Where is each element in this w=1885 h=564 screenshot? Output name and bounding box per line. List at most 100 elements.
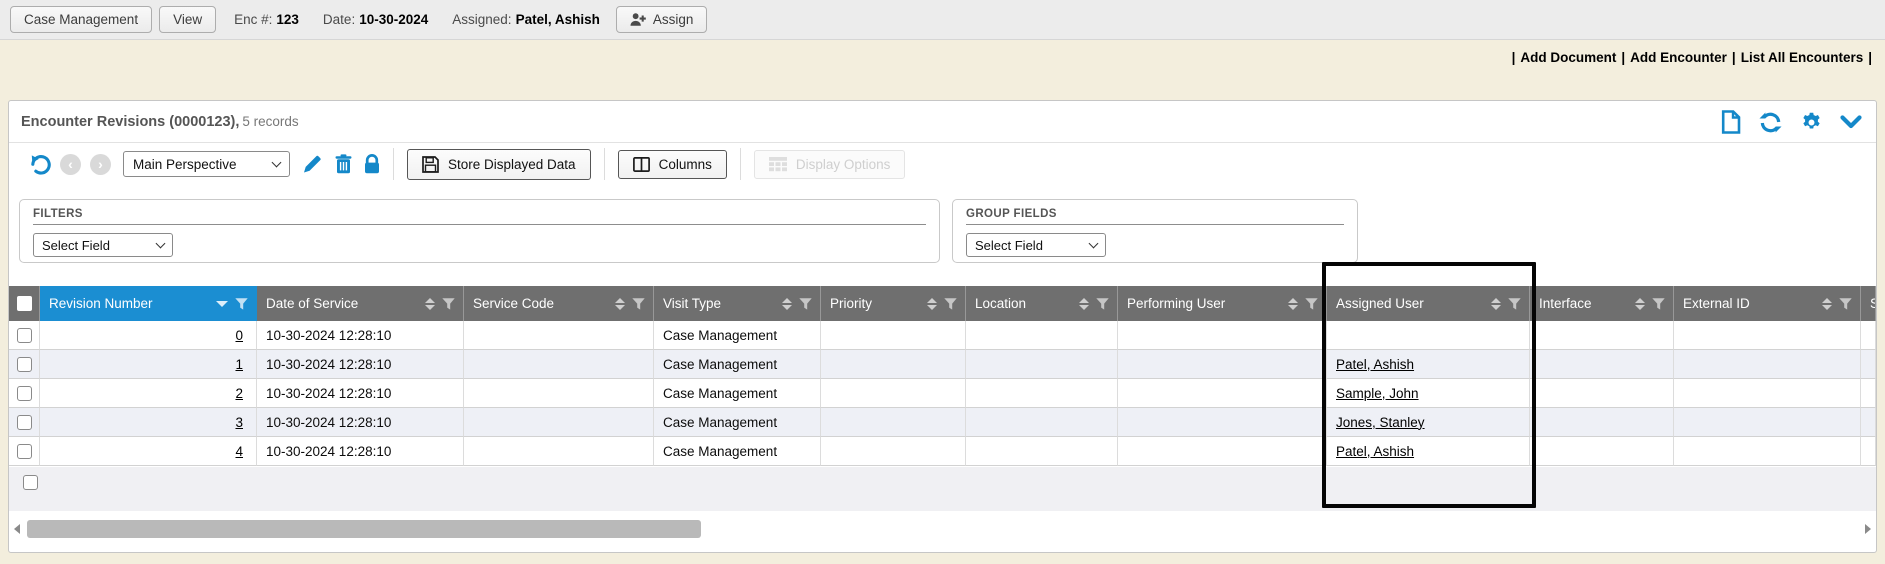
filters-field-select[interactable]: Select Field <box>33 233 173 257</box>
cell-priority <box>821 408 966 437</box>
revision-number-link[interactable]: 2 <box>235 386 243 401</box>
cell-revision-number: 1 <box>40 350 257 379</box>
horizontal-scrollbar[interactable] <box>9 519 1876 539</box>
cell-external-id <box>1674 350 1861 379</box>
filter-funnel-icon[interactable] <box>235 298 248 310</box>
sort-desc-icon <box>216 301 228 307</box>
lock-icon[interactable] <box>364 154 380 174</box>
assigned-user-link[interactable]: Sample, John <box>1336 386 1419 401</box>
edit-pencil-icon[interactable] <box>302 154 323 174</box>
column-header-s-truncated[interactable]: S <box>1861 286 1876 321</box>
column-header-label: Service Code <box>473 296 611 311</box>
cell-service-code <box>464 437 654 466</box>
scroll-right-icon[interactable] <box>1865 524 1871 534</box>
filter-funnel-icon[interactable] <box>1508 298 1521 310</box>
chevron-down-icon <box>272 157 282 167</box>
column-header-assigned-user[interactable]: Assigned User <box>1327 286 1530 321</box>
view-button[interactable]: View <box>159 6 216 33</box>
cell-text: Case Management <box>663 444 777 459</box>
record-count: 5 records <box>242 114 298 129</box>
filter-funnel-icon[interactable] <box>944 298 957 310</box>
column-header-date-of-service[interactable]: Date of Service <box>257 286 464 321</box>
filter-funnel-icon[interactable] <box>1839 298 1852 310</box>
scroll-left-icon[interactable] <box>14 524 20 534</box>
columns-icon <box>633 157 650 172</box>
gear-icon[interactable] <box>1800 111 1823 134</box>
column-header-service-code[interactable]: Service Code <box>464 286 654 321</box>
filter-funnel-icon[interactable] <box>1096 298 1109 310</box>
row-checkbox[interactable] <box>17 328 32 343</box>
cell-text: Case Management <box>663 328 777 343</box>
row-select-cell <box>9 379 40 408</box>
encounter-revisions-panel: Encounter Revisions (0000123),5 records … <box>8 100 1877 553</box>
previous-perspective-icon: ‹ <box>60 154 81 175</box>
column-header-label: Revision Number <box>49 296 212 311</box>
delete-trash-icon[interactable] <box>335 154 352 174</box>
sort-icon <box>1822 298 1832 310</box>
sort-icon <box>1079 298 1089 310</box>
cell-assigned-user: Patel, Ashish <box>1327 350 1530 379</box>
column-header-external-id[interactable]: External ID <box>1674 286 1861 321</box>
cell-text: 10-30-2024 12:28:10 <box>266 386 391 401</box>
panel-header-icons <box>1721 110 1862 134</box>
cell-performing-user <box>1118 379 1327 408</box>
column-header-priority[interactable]: Priority <box>821 286 966 321</box>
column-header-label: S <box>1870 296 1876 311</box>
filter-funnel-icon[interactable] <box>442 298 455 310</box>
link-add-encounter[interactable]: Add Encounter <box>1630 50 1727 65</box>
cell-text: Case Management <box>663 357 777 372</box>
table-row: 410-30-2024 12:28:10Case ManagementPatel… <box>9 437 1876 466</box>
filters-label: FILTERS <box>33 208 926 225</box>
revision-number-link[interactable]: 1 <box>235 357 243 372</box>
scrollbar-thumb[interactable] <box>27 520 701 538</box>
link-list-all-encounters[interactable]: List All Encounters <box>1741 50 1864 65</box>
column-header-visit-type[interactable]: Visit Type <box>654 286 821 321</box>
undo-icon[interactable] <box>29 154 51 175</box>
revision-number-link[interactable]: 0 <box>235 328 243 343</box>
toolbar-divider <box>393 148 394 180</box>
link-add-document[interactable]: Add Document <box>1520 50 1616 65</box>
revision-number-link[interactable]: 4 <box>235 444 243 459</box>
group-fields-select[interactable]: Select Field <box>966 233 1106 257</box>
collapse-chevron-icon[interactable] <box>1840 115 1862 129</box>
row-checkbox[interactable] <box>17 357 32 372</box>
assigned-user-link[interactable]: Jones, Stanley <box>1336 415 1425 430</box>
revision-number-link[interactable]: 3 <box>235 415 243 430</box>
column-header-label: Priority <box>830 296 923 311</box>
filter-funnel-icon[interactable] <box>1652 298 1665 310</box>
date-label: Date: <box>323 12 355 27</box>
footer-row-checkbox[interactable] <box>23 475 38 490</box>
assigned-user-link[interactable]: Patel, Ashish <box>1336 357 1414 372</box>
columns-button[interactable]: Columns <box>618 150 727 179</box>
column-header-revision-number[interactable]: Revision Number <box>40 286 257 321</box>
select-all-checkbox[interactable] <box>17 296 32 311</box>
link-separator: | <box>1868 50 1872 65</box>
cell-performing-user <box>1118 350 1327 379</box>
store-displayed-data-button[interactable]: Store Displayed Data <box>407 149 591 180</box>
filter-funnel-icon[interactable] <box>799 298 812 310</box>
row-checkbox[interactable] <box>17 444 32 459</box>
cell-text: Case Management <box>663 415 777 430</box>
row-select-cell <box>9 408 40 437</box>
cell-priority <box>821 321 966 350</box>
case-management-button[interactable]: Case Management <box>10 6 152 33</box>
column-header-performing-user[interactable]: Performing User <box>1118 286 1327 321</box>
new-document-icon[interactable] <box>1721 110 1741 134</box>
assign-button[interactable]: Assign <box>616 6 708 33</box>
row-checkbox[interactable] <box>17 415 32 430</box>
row-checkbox[interactable] <box>17 386 32 401</box>
filter-funnel-icon[interactable] <box>1305 298 1318 310</box>
refresh-icon[interactable] <box>1758 111 1783 134</box>
column-header-interface[interactable]: Interface <box>1530 286 1674 321</box>
assigned-user-link[interactable]: Patel, Ashish <box>1336 444 1414 459</box>
filters-box: FILTERS Select Field <box>19 199 940 263</box>
perspective-select[interactable]: Main Perspective <box>123 151 290 177</box>
cell-revision-number: 4 <box>40 437 257 466</box>
table-row: 210-30-2024 12:28:10Case ManagementSampl… <box>9 379 1876 408</box>
filter-funnel-icon[interactable] <box>632 298 645 310</box>
group-fields-select-value: Select Field <box>975 238 1043 253</box>
column-header-location[interactable]: Location <box>966 286 1118 321</box>
table-body: 010-30-2024 12:28:10Case Management110-3… <box>9 321 1876 466</box>
chevron-down-icon <box>1089 238 1099 248</box>
cell-performing-user <box>1118 408 1327 437</box>
